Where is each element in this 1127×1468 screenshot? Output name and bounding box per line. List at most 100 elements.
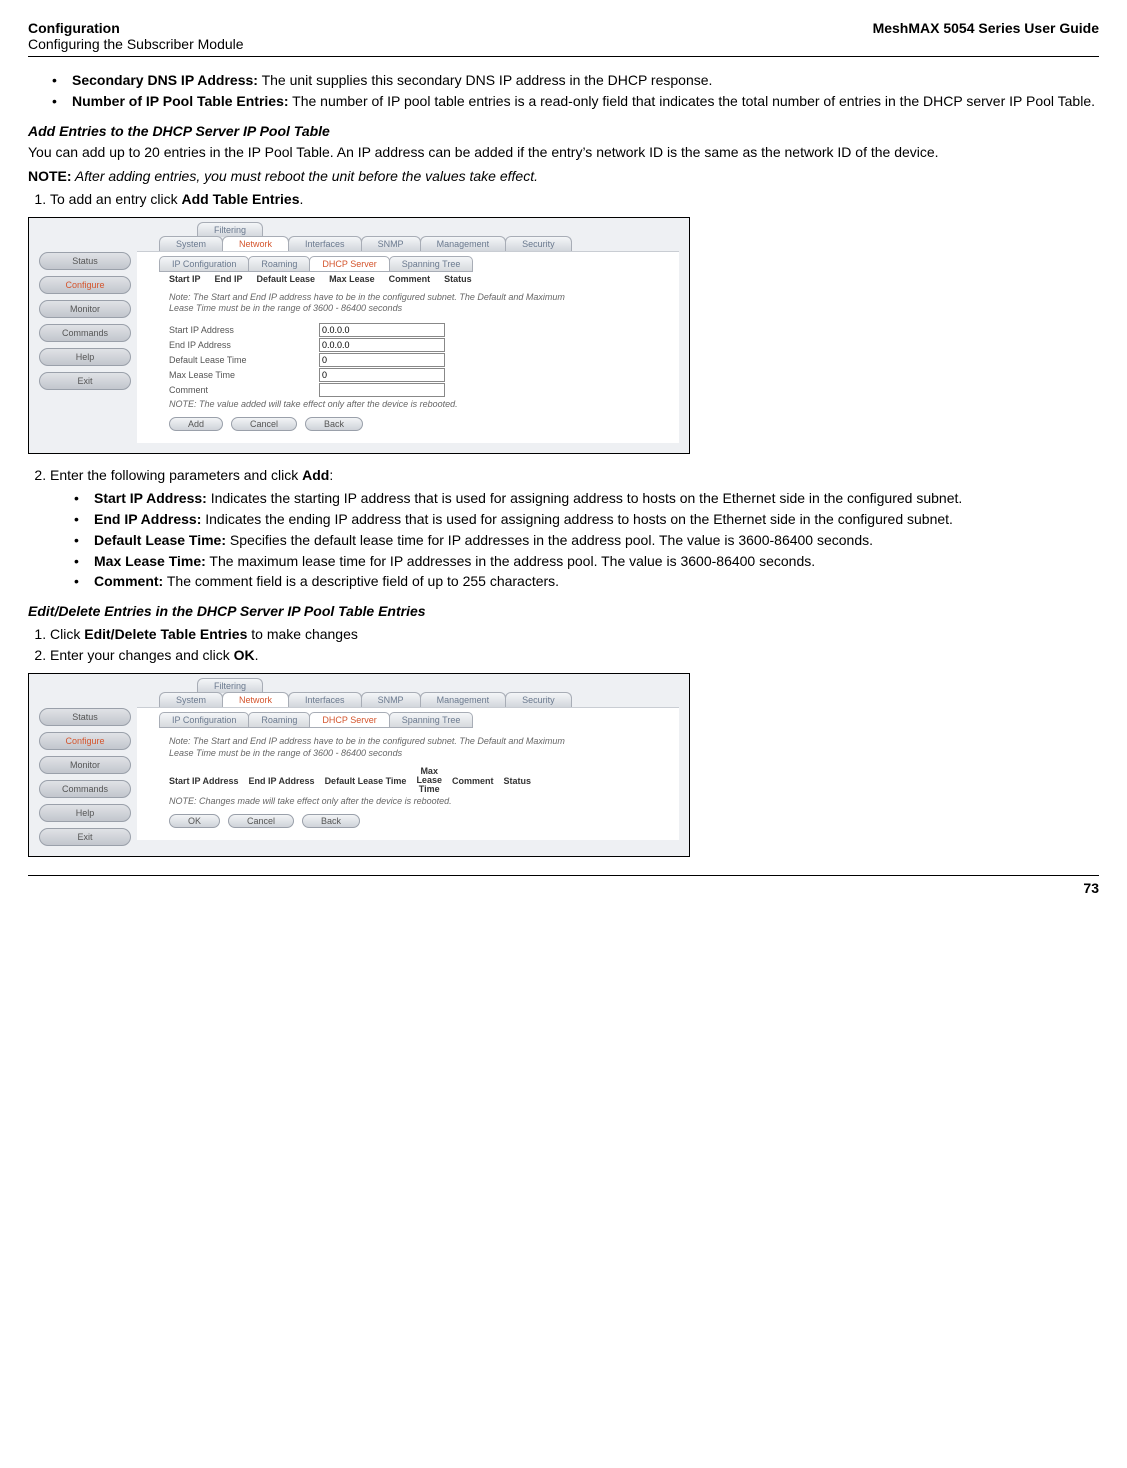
list-item: Enter your changes and click OK. <box>50 646 1099 665</box>
subtab-roaming[interactable]: Roaming <box>248 712 310 728</box>
bullet-text: The comment field is a descriptive field… <box>163 573 559 589</box>
list-item: Enter the following parameters and click… <box>50 466 1099 591</box>
page-number: 73 <box>28 880 1099 896</box>
header-title: Configuration <box>28 20 120 36</box>
step-text: : <box>329 467 333 483</box>
tab-system[interactable]: System <box>159 236 223 251</box>
subtab-spanning[interactable]: Spanning Tree <box>389 712 474 728</box>
subtab-dhcp[interactable]: DHCP Server <box>309 256 389 272</box>
sidebar-item-monitor[interactable]: Monitor <box>39 756 131 774</box>
page-header: Configuration Configuring the Subscriber… <box>28 20 1099 52</box>
add-steps-list-2: Enter the following parameters and click… <box>28 466 1099 591</box>
maxlease-input[interactable] <box>319 368 445 382</box>
startip-label: Start IP Address <box>169 325 319 335</box>
back-button[interactable]: Back <box>305 417 363 431</box>
tab-network[interactable]: Network <box>222 236 289 251</box>
screenshot-edit-entry: Status Configure Monitor Commands Help E… <box>28 673 690 857</box>
list-item: Secondary DNS IP Address: The unit suppl… <box>52 71 1099 90</box>
list-item: To add an entry click Add Table Entries. <box>50 190 1099 209</box>
bullet-label: Comment: <box>94 573 163 589</box>
startip-input[interactable] <box>319 323 445 337</box>
add-section-para: You can add up to 20 entries in the IP P… <box>28 143 1099 162</box>
sidebar-item-commands[interactable]: Commands <box>39 324 131 342</box>
header-rule <box>28 56 1099 57</box>
subtab-spanning[interactable]: Spanning Tree <box>389 256 474 272</box>
step-text: Enter the following parameters and click <box>50 467 302 483</box>
main-tab-row: System Network Interfaces SNMP Managemen… <box>159 692 679 707</box>
tab-network[interactable]: Network <box>222 692 289 707</box>
sidebar-item-help[interactable]: Help <box>39 348 131 366</box>
tab-filtering[interactable]: Filtering <box>197 678 263 693</box>
top-tab-row: Filtering <box>197 678 679 693</box>
tab-interfaces[interactable]: Interfaces <box>288 692 362 707</box>
step-bold: OK <box>234 647 255 663</box>
form-row: Default Lease Time <box>169 353 679 367</box>
form-row: End IP Address <box>169 338 679 352</box>
sidebar-item-status[interactable]: Status <box>39 252 131 270</box>
step-text: Click <box>50 626 84 642</box>
tab-snmp[interactable]: SNMP <box>361 236 421 251</box>
tab-management[interactable]: Management <box>420 236 507 251</box>
col-status: Status <box>444 274 472 284</box>
col-maxlease: Max Lease <box>329 274 375 284</box>
col-deflease: Default Lease Time <box>325 776 407 786</box>
list-item: Start IP Address: Indicates the starting… <box>74 489 1099 508</box>
side-menu: Status Configure Monitor Commands Help E… <box>29 218 137 453</box>
step-bold: Add Table Entries <box>182 191 300 207</box>
subtab-dhcp[interactable]: DHCP Server <box>309 712 389 728</box>
bullet-text: The number of IP pool table entries is a… <box>289 93 1096 109</box>
tab-snmp[interactable]: SNMP <box>361 692 421 707</box>
col-comment: Comment <box>389 274 431 284</box>
tab-system[interactable]: System <box>159 692 223 707</box>
tab-management[interactable]: Management <box>420 692 507 707</box>
bullet-text: The unit supplies this secondary DNS IP … <box>258 72 712 88</box>
col-status: Status <box>503 776 531 786</box>
add-button[interactable]: Add <box>169 417 223 431</box>
header-guide: MeshMAX 5054 Series User Guide <box>873 20 1099 36</box>
bullet-label: Number of IP Pool Table Entries: <box>72 93 289 109</box>
subtab-ipconf[interactable]: IP Configuration <box>159 712 249 728</box>
sub-tab-row: IP Configuration Roaming DHCP Server Spa… <box>159 256 679 272</box>
bullet-label: Start IP Address: <box>94 490 207 506</box>
col-startip: Start IP Address <box>169 776 239 786</box>
form-row: Max Lease Time <box>169 368 679 382</box>
step-text: . <box>255 647 259 663</box>
sidebar-item-help[interactable]: Help <box>39 804 131 822</box>
subtab-ipconf[interactable]: IP Configuration <box>159 256 249 272</box>
bullet-label: Default Lease Time: <box>94 532 226 548</box>
col-endip: End IP Address <box>249 776 315 786</box>
step-text: Enter your changes and click <box>50 647 234 663</box>
button-row: Add Cancel Back <box>169 417 679 431</box>
cancel-button[interactable]: Cancel <box>228 814 294 828</box>
sidebar-item-configure[interactable]: Configure <box>39 276 131 294</box>
sidebar-item-configure[interactable]: Configure <box>39 732 131 750</box>
main-column: Filtering System Network Interfaces SNMP… <box>137 218 689 453</box>
endip-input[interactable] <box>319 338 445 352</box>
sidebar-item-status[interactable]: Status <box>39 708 131 726</box>
sidebar-item-exit[interactable]: Exit <box>39 372 131 390</box>
sidebar-item-exit[interactable]: Exit <box>39 828 131 846</box>
ok-button[interactable]: OK <box>169 814 220 828</box>
header-subtitle: Configuring the Subscriber Module <box>28 36 244 52</box>
back-button[interactable]: Back <box>302 814 360 828</box>
intro-bullet-list: Secondary DNS IP Address: The unit suppl… <box>28 71 1099 111</box>
tab-interfaces[interactable]: Interfaces <box>288 236 362 251</box>
list-item: Max Lease Time: The maximum lease time f… <box>74 552 1099 571</box>
bullet-text: The maximum lease time for IP addresses … <box>206 553 815 569</box>
col-deflease: Default Lease <box>257 274 316 284</box>
add-section-note: NOTE: After adding entries, you must reb… <box>28 168 1099 184</box>
deflease-input[interactable] <box>319 353 445 367</box>
step-text: to make changes <box>247 626 358 642</box>
subtab-roaming[interactable]: Roaming <box>248 256 310 272</box>
endip-label: End IP Address <box>169 340 319 350</box>
tab-security[interactable]: Security <box>505 236 572 251</box>
sidebar-item-monitor[interactable]: Monitor <box>39 300 131 318</box>
panel-note: Note: The Start and End IP address have … <box>169 736 589 759</box>
top-tab-row: Filtering <box>197 222 679 237</box>
cancel-button[interactable]: Cancel <box>231 417 297 431</box>
list-item: Click Edit/Delete Table Entries to make … <box>50 625 1099 644</box>
tab-security[interactable]: Security <box>505 692 572 707</box>
tab-filtering[interactable]: Filtering <box>197 222 263 237</box>
comment-input[interactable] <box>319 383 445 397</box>
sidebar-item-commands[interactable]: Commands <box>39 780 131 798</box>
